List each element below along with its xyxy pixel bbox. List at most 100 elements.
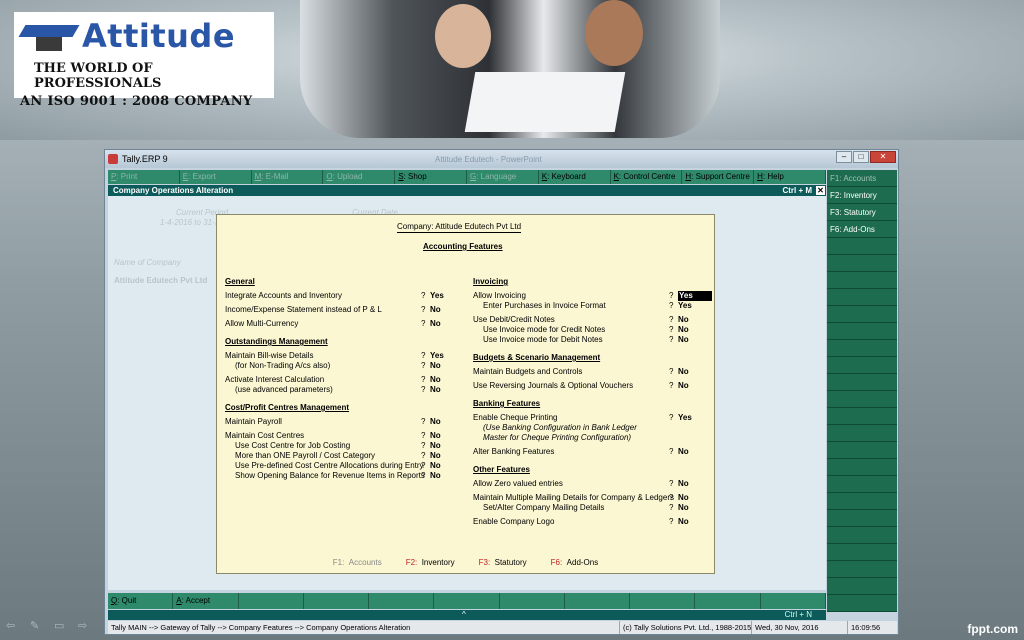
feature-label: Use Invoice mode for Debit Notes bbox=[483, 335, 603, 344]
title-bar[interactable]: Tally.ERP 9 Attitude Edutech - PowerPoin… bbox=[105, 150, 898, 168]
maximize-button[interactable]: □ bbox=[853, 151, 869, 163]
menu-item-3[interactable]: O: Upload bbox=[323, 170, 396, 184]
close-button[interactable]: ✕ bbox=[870, 151, 896, 163]
menu-item-0[interactable]: P: Print bbox=[108, 170, 180, 184]
menu-item-9[interactable]: H: Help bbox=[754, 170, 826, 184]
feature-value-field[interactable]: No bbox=[430, 361, 441, 371]
forward-arrow-icon[interactable]: ⇨ bbox=[78, 620, 92, 632]
feature-value-field[interactable]: No bbox=[678, 447, 689, 457]
feature-value-field[interactable]: Yes bbox=[678, 413, 692, 423]
bottom-button-4[interactable] bbox=[369, 593, 435, 609]
feature-value-field[interactable]: Yes bbox=[678, 291, 712, 301]
section-heading: Cost/Profit Centres Management bbox=[225, 403, 350, 412]
menu-item-5[interactable]: G: Language bbox=[466, 170, 539, 184]
bottom-button-9[interactable] bbox=[695, 593, 761, 609]
feature-value-field[interactable]: No bbox=[678, 325, 689, 335]
feature-value-field[interactable]: No bbox=[678, 517, 689, 527]
right-panel-button-3[interactable]: F6: Add-Ons bbox=[827, 221, 897, 238]
question-mark: ? bbox=[421, 451, 426, 460]
feature-value-field[interactable]: No bbox=[678, 479, 689, 489]
question-mark: ? bbox=[669, 503, 674, 512]
minimize-button[interactable]: – bbox=[836, 151, 852, 163]
header-close-icon[interactable]: ✕ bbox=[816, 186, 825, 195]
question-mark: ? bbox=[421, 385, 426, 394]
menu-label: : Keyboard bbox=[547, 172, 586, 181]
feature-value-field[interactable]: No bbox=[430, 461, 441, 471]
dialog-footer-button-3[interactable]: F6: Add-Ons bbox=[551, 558, 599, 567]
feature-value-field[interactable]: Yes bbox=[430, 291, 444, 301]
bottom-button-8[interactable] bbox=[630, 593, 696, 609]
feature-value-field[interactable]: No bbox=[678, 493, 689, 503]
question-mark: ? bbox=[421, 291, 426, 300]
section-heading: Other Features bbox=[473, 465, 530, 474]
section-heading: Budgets & Scenario Management bbox=[473, 353, 601, 362]
feature-row: Maintain Multiple Mailing Details for Co… bbox=[473, 493, 703, 503]
feature-label: Income/Expense Statement instead of P & … bbox=[225, 305, 382, 314]
feature-value-field[interactable]: No bbox=[678, 335, 689, 345]
bottom-button-1[interactable]: A: Accept bbox=[173, 593, 239, 609]
menu-item-2[interactable]: M: E-Mail bbox=[251, 170, 324, 184]
graduation-cap-icon bbox=[18, 19, 80, 53]
feature-value-field[interactable]: No bbox=[430, 385, 441, 395]
banner-photo bbox=[300, 0, 720, 138]
right-panel-button-0[interactable]: F1: Accounts bbox=[827, 170, 897, 187]
right-panel-empty-slot bbox=[827, 493, 897, 510]
menu-item-1[interactable]: E: Export bbox=[179, 170, 252, 184]
screen-header: Company Operations Alteration Ctrl + M ✕ bbox=[108, 185, 826, 196]
feature-value-field[interactable]: Yes bbox=[430, 351, 444, 361]
question-mark: ? bbox=[669, 479, 674, 488]
feature-value-field[interactable]: No bbox=[430, 375, 441, 385]
menu-icon[interactable]: ▭ bbox=[54, 620, 68, 632]
back-arrow-icon[interactable]: ⇦ bbox=[6, 620, 20, 632]
feature-value-field[interactable]: No bbox=[430, 441, 441, 451]
feature-value-field[interactable]: No bbox=[430, 417, 441, 427]
bottom-button-2[interactable] bbox=[239, 593, 304, 609]
bottom-button-5[interactable] bbox=[434, 593, 500, 609]
menu-item-4[interactable]: S: Shop bbox=[395, 170, 467, 184]
status-time: 16:09:56 bbox=[851, 623, 881, 632]
window-title: Tally.ERP 9 bbox=[122, 154, 168, 164]
menu-item-7[interactable]: K: Control Centre bbox=[610, 170, 683, 184]
question-mark: ? bbox=[421, 319, 426, 328]
question-mark: ? bbox=[669, 291, 674, 300]
right-panel-empty-slot bbox=[827, 289, 897, 306]
menu-item-6[interactable]: K: Keyboard bbox=[538, 170, 611, 184]
feature-value-field[interactable]: No bbox=[678, 381, 689, 391]
bottom-button-7[interactable] bbox=[565, 593, 631, 609]
footer-key: F1: bbox=[332, 558, 345, 567]
section-heading: Outstandings Management bbox=[225, 337, 328, 346]
bottom-button-0[interactable]: Q: Quit bbox=[108, 593, 174, 609]
menu-label: : Shop bbox=[403, 172, 427, 181]
feature-row: Show Opening Balance for Revenue Items i… bbox=[225, 471, 445, 481]
feature-value-field[interactable]: No bbox=[678, 367, 689, 377]
feature-row: Use Cost Centre for Job Costing? No bbox=[225, 441, 445, 451]
dialog-footer-button-2[interactable]: F3: Statutory bbox=[479, 558, 527, 567]
feature-value-field[interactable]: No bbox=[678, 503, 689, 513]
feature-label: (use advanced parameters) bbox=[235, 385, 333, 394]
feature-value-field[interactable]: No bbox=[430, 451, 441, 461]
menu-label: : Export bbox=[188, 172, 216, 181]
status-bar: Tally MAIN --> Gateway of Tally --> Comp… bbox=[108, 621, 897, 634]
feature-row: Allow Invoicing? Yes bbox=[473, 291, 712, 301]
logo-iso: AN ISO 9001 : 2008 COMPANY bbox=[20, 94, 253, 109]
bottom-button-10[interactable] bbox=[761, 593, 826, 609]
right-panel-button-1[interactable]: F2: Inventory bbox=[827, 187, 897, 204]
bottom-button-3[interactable] bbox=[304, 593, 370, 609]
expand-caret-icon[interactable]: ^ bbox=[462, 610, 466, 620]
status-copyright: (c) Tally Solutions Pvt. Ltd., 1988-2015 bbox=[620, 621, 752, 634]
feature-value-field[interactable]: No bbox=[430, 305, 441, 315]
feature-value-field[interactable]: No bbox=[678, 315, 689, 325]
feature-value-field[interactable]: No bbox=[430, 431, 441, 441]
feature-value-field[interactable]: Yes bbox=[678, 301, 692, 311]
menu-item-8[interactable]: H: Support Centre bbox=[682, 170, 755, 184]
feature-value-field[interactable]: No bbox=[430, 319, 441, 329]
question-mark: ? bbox=[669, 301, 674, 310]
bottom-button-6[interactable] bbox=[500, 593, 565, 609]
pen-icon[interactable]: ✎ bbox=[30, 620, 44, 632]
feature-label: Use Debit/Credit Notes bbox=[473, 315, 555, 324]
dialog-footer-button-0[interactable]: F1: Accounts bbox=[333, 558, 382, 567]
right-panel-button-2[interactable]: F3: Statutory bbox=[827, 204, 897, 221]
document-image bbox=[464, 72, 626, 132]
feature-value-field[interactable]: No bbox=[430, 471, 441, 481]
dialog-footer-button-1[interactable]: F2: Inventory bbox=[406, 558, 455, 567]
